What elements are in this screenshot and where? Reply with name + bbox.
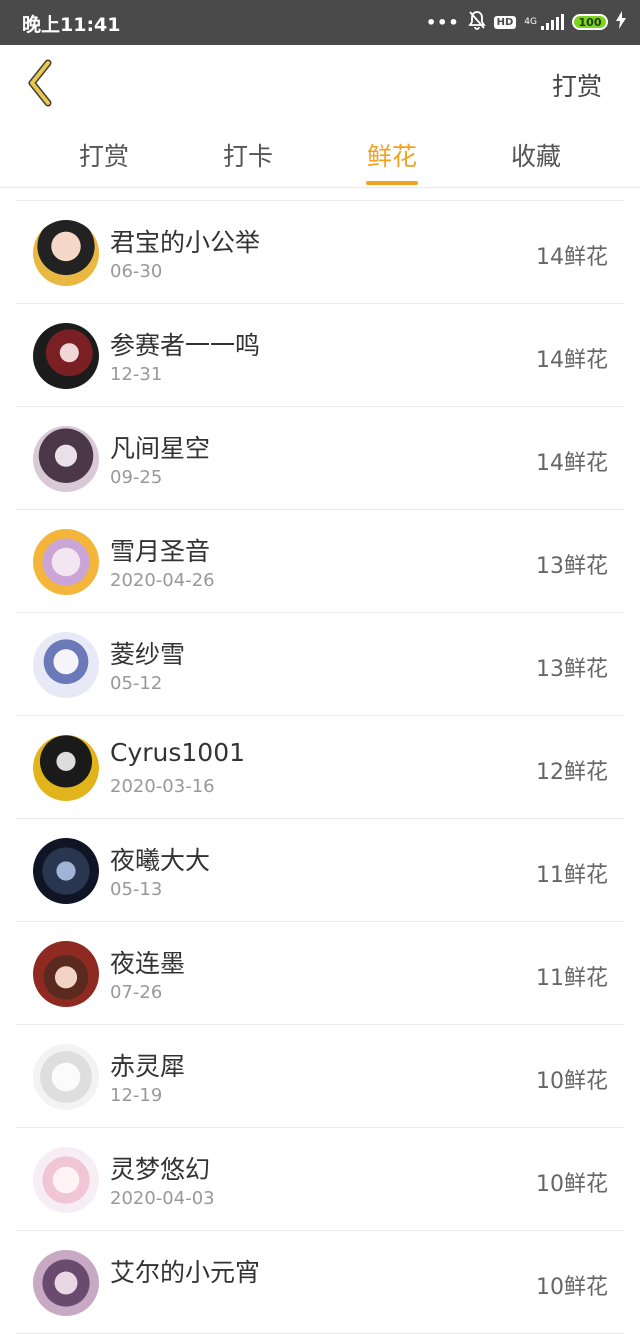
- user-date: 2020-03-16: [110, 776, 215, 797]
- reward-action-button[interactable]: 打赏: [552, 67, 602, 103]
- tab-bar: 打赏 打卡 鲜花 收藏: [0, 123, 640, 188]
- user-date: 2020-04-03: [110, 1188, 215, 1209]
- avatar: [33, 838, 99, 904]
- flower-count: 10鲜花: [536, 1172, 608, 1197]
- avatar: [33, 426, 99, 492]
- back-arrow-icon: [28, 59, 52, 107]
- flower-count: 14鲜花: [536, 245, 608, 270]
- user-name: 夜曦大大: [110, 846, 211, 875]
- app-header: 打赏: [0, 45, 640, 123]
- user-name: 君宝的小公举: [110, 228, 261, 257]
- active-tab-indicator: [366, 181, 418, 185]
- avatar: [33, 529, 99, 595]
- flower-count: 14鲜花: [536, 348, 608, 373]
- user-date: 06-30: [110, 261, 163, 282]
- list-item[interactable]: 参赛者一一鸣 12-31 14鲜花: [16, 304, 624, 407]
- flower-ranking-list: 君宝的小公举 06-30 14鲜花 参赛者一一鸣 12-31 14鲜花 凡间星空…: [16, 200, 624, 1334]
- list-item[interactable]: 君宝的小公举 06-30 14鲜花: [16, 201, 624, 304]
- hd-icon: HD: [493, 15, 517, 29]
- flower-count: 11鲜花: [536, 966, 608, 991]
- status-time: 晚上11:41: [22, 14, 121, 36]
- user-date: 05-12: [110, 673, 163, 694]
- user-date: 07-26: [110, 982, 163, 1003]
- flower-count: 13鲜花: [536, 554, 608, 579]
- user-date: 12-31: [110, 364, 163, 385]
- list-item[interactable]: 菱纱雪 05-12 13鲜花: [16, 613, 624, 716]
- tab-reward[interactable]: 打赏: [44, 137, 164, 173]
- user-name: Cyrus1001: [110, 738, 246, 767]
- status-icons: ••• HD 4G 100: [426, 10, 626, 34]
- user-date: 12-19: [110, 1085, 163, 1106]
- user-name: 菱纱雪: [110, 640, 186, 669]
- tab-favorites[interactable]: 收藏: [476, 137, 596, 173]
- user-date: 09-25: [110, 467, 163, 488]
- user-name: 灵梦悠幻: [110, 1155, 211, 1184]
- user-name: 赤灵犀: [110, 1052, 186, 1081]
- list-item[interactable]: Cyrus1001 2020-03-16 12鲜花: [16, 716, 624, 819]
- tab-flowers[interactable]: 鲜花: [332, 137, 452, 185]
- flower-count: 13鲜花: [536, 657, 608, 682]
- more-notifications-icon: •••: [425, 12, 460, 32]
- user-name: 艾尔的小元宵: [110, 1258, 261, 1287]
- avatar: [33, 323, 99, 389]
- list-item[interactable]: 夜连墨 07-26 11鲜花: [16, 922, 624, 1025]
- tab-label: 打卡: [222, 142, 273, 171]
- user-name: 参赛者一一鸣: [110, 331, 261, 360]
- list-item[interactable]: 夜曦大大 05-13 11鲜花: [16, 819, 624, 922]
- flower-count: 12鲜花: [536, 760, 608, 785]
- list-item[interactable]: 灵梦悠幻 2020-04-03 10鲜花: [16, 1128, 624, 1231]
- back-button[interactable]: [20, 59, 68, 107]
- user-date: 2020-04-26: [110, 570, 215, 591]
- battery-icon: 100: [572, 14, 608, 30]
- list-item[interactable]: 凡间星空 09-25 14鲜花: [16, 407, 624, 510]
- status-bar: 晚上11:41 ••• HD 4G 100: [0, 0, 640, 45]
- list-item[interactable]: 赤灵犀 12-19 10鲜花: [16, 1025, 624, 1128]
- avatar: [33, 941, 99, 1007]
- flower-count: 14鲜花: [536, 451, 608, 476]
- avatar: [33, 1147, 99, 1213]
- user-name: 夜连墨: [110, 949, 186, 978]
- tab-checkin[interactable]: 打卡: [188, 137, 308, 173]
- tab-label: 鲜花: [366, 142, 417, 171]
- avatar: [33, 1250, 99, 1316]
- avatar: [33, 220, 99, 286]
- avatar: [33, 735, 99, 801]
- charging-icon: [616, 11, 626, 33]
- signal-icon: [541, 14, 564, 30]
- tab-label: 打赏: [78, 142, 129, 171]
- avatar: [33, 1044, 99, 1110]
- list-item[interactable]: 艾尔的小元宵 10鲜花: [16, 1231, 624, 1334]
- bell-muted-icon: [467, 10, 486, 34]
- flower-count: 11鲜花: [536, 863, 608, 888]
- avatar: [33, 632, 99, 698]
- list-item[interactable]: 雪月圣音 2020-04-26 13鲜花: [16, 510, 624, 613]
- tab-label: 收藏: [510, 142, 561, 171]
- user-name: 雪月圣音: [110, 537, 211, 566]
- network-type: 4G: [524, 16, 537, 27]
- flower-count: 10鲜花: [536, 1069, 608, 1094]
- user-name: 凡间星空: [110, 434, 211, 463]
- user-date: 05-13: [110, 879, 163, 900]
- flower-count: 10鲜花: [536, 1275, 608, 1300]
